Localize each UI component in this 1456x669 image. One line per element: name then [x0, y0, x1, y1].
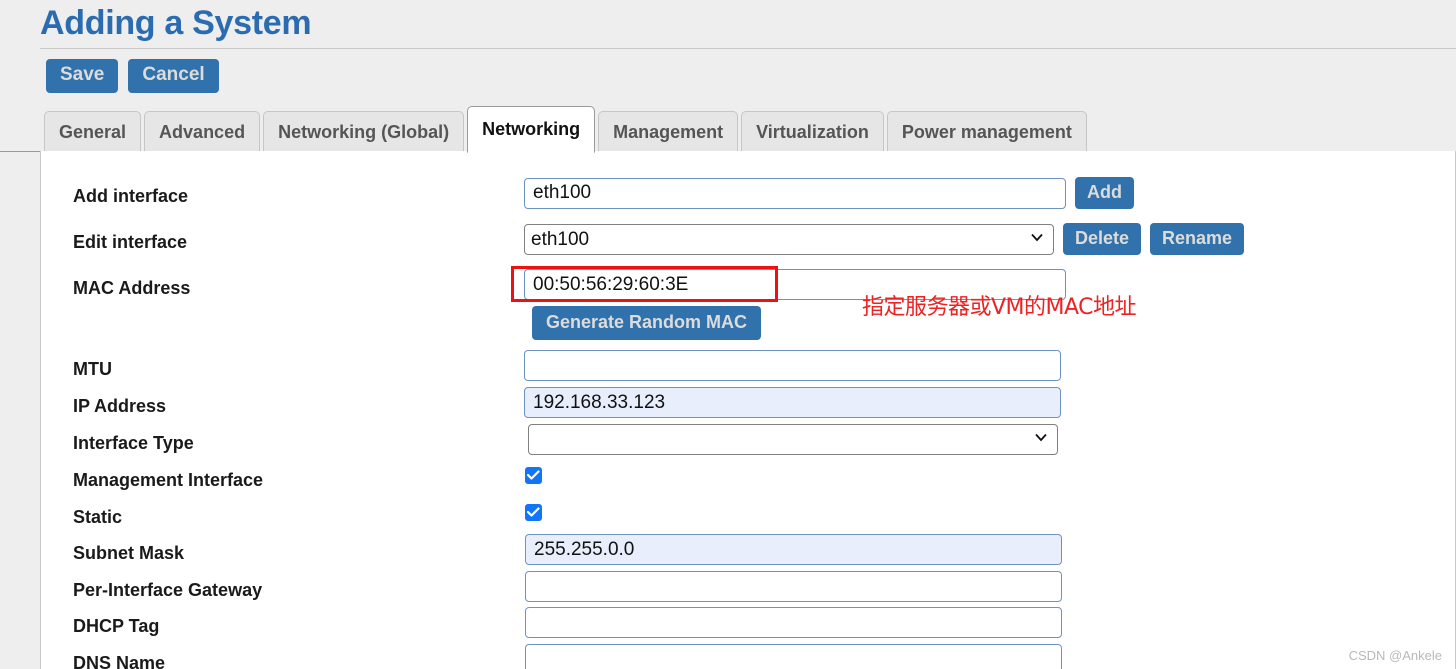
management-interface-checkbox[interactable] — [525, 467, 542, 484]
title-divider — [40, 48, 1456, 49]
row-dns-name: DNS Name — [41, 644, 1455, 669]
tab-networking-global[interactable]: Networking (Global) — [263, 111, 465, 153]
tab-general[interactable]: General — [44, 111, 142, 153]
field-add-interface: Add — [524, 177, 1134, 209]
label-subnet-mask: Subnet Mask — [73, 543, 185, 563]
per-interface-gateway-input[interactable] — [525, 571, 1062, 602]
field-static — [525, 504, 542, 526]
interface-type-select[interactable] — [528, 424, 1058, 455]
tab-networking[interactable]: Networking — [467, 106, 596, 153]
label-management-interface: Management Interface — [73, 470, 264, 490]
field-interface-type — [528, 424, 1058, 455]
add-button[interactable]: Add — [1075, 177, 1134, 209]
rename-button[interactable]: Rename — [1150, 223, 1245, 255]
row-add-interface: Add interface Add — [41, 177, 1455, 214]
field-management-interface — [525, 467, 542, 489]
watermark: CSDN @Ankele — [1348, 648, 1442, 663]
interface-type-select-wrapper — [528, 424, 1058, 455]
label-interface-type: Interface Type — [73, 433, 194, 453]
row-mac-address: MAC Address — [41, 269, 1455, 306]
tab-list: General Advanced Networking (Global) Net… — [44, 106, 1090, 153]
label-ip-address: IP Address — [73, 396, 167, 416]
row-ip-address: IP Address — [41, 387, 1455, 424]
tab-virtualization[interactable]: Virtualization — [741, 111, 884, 153]
dhcp-tag-input[interactable] — [525, 607, 1062, 638]
row-static: Static — [41, 498, 1455, 535]
row-dhcp-tag: DHCP Tag — [41, 607, 1455, 644]
page-title: Adding a System — [40, 4, 312, 42]
field-generate-mac: Generate Random MAC — [524, 306, 762, 340]
networking-panel: Add interface Add Edit interface eth100 — [40, 151, 1456, 669]
generate-random-mac-button[interactable]: Generate Random MAC — [532, 306, 762, 340]
label-edit-interface: Edit interface — [73, 232, 188, 252]
static-checkbox[interactable] — [525, 504, 542, 521]
field-mtu — [524, 350, 1061, 381]
row-generate-mac: Generate Random MAC — [41, 306, 1455, 343]
subnet-mask-input[interactable] — [525, 534, 1062, 565]
row-interface-type: Interface Type — [41, 424, 1455, 461]
tab-management[interactable]: Management — [598, 111, 739, 153]
cancel-button[interactable]: Cancel — [128, 59, 219, 93]
page-root: Adding a System Save Cancel General Adva… — [0, 0, 1456, 669]
label-add-interface: Add interface — [73, 186, 189, 206]
mac-address-annotation-text: 指定服务器或VM的MAC地址 — [862, 295, 1137, 320]
delete-button[interactable]: Delete — [1063, 223, 1142, 255]
field-per-interface-gateway — [525, 571, 1062, 602]
row-mtu: MTU — [41, 350, 1455, 387]
save-button[interactable]: Save — [46, 59, 119, 93]
add-interface-input[interactable] — [524, 177, 1066, 209]
field-edit-interface: eth100 Delete Rename — [524, 223, 1245, 255]
row-subnet-mask: Subnet Mask — [41, 534, 1455, 571]
ip-address-input[interactable] — [524, 387, 1061, 418]
row-management-interface: Management Interface — [41, 461, 1455, 498]
field-dhcp-tag — [525, 607, 1062, 638]
row-edit-interface: Edit interface eth100 Delete Rename — [41, 223, 1455, 260]
label-per-interface-gateway: Per-Interface Gateway — [73, 580, 263, 600]
dns-name-input[interactable] — [525, 644, 1062, 669]
label-mtu: MTU — [73, 359, 112, 379]
action-bar: Save Cancel — [46, 59, 219, 93]
field-subnet-mask — [525, 534, 1062, 565]
field-dns-name — [525, 644, 1062, 669]
tab-strip: General Advanced Networking (Global) Net… — [0, 106, 1456, 153]
label-dns-name: DNS Name — [73, 653, 166, 669]
label-mac-address: MAC Address — [73, 278, 191, 298]
label-static: Static — [73, 507, 123, 527]
mtu-input[interactable] — [524, 350, 1061, 381]
row-per-interface-gateway: Per-Interface Gateway — [41, 571, 1455, 608]
tab-power-management[interactable]: Power management — [886, 111, 1087, 153]
field-ip-address — [524, 387, 1061, 418]
tab-advanced[interactable]: Advanced — [144, 111, 261, 153]
edit-interface-select[interactable]: eth100 — [524, 223, 1054, 255]
edit-interface-select-wrapper: eth100 — [524, 223, 1054, 255]
label-dhcp-tag: DHCP Tag — [73, 616, 160, 636]
